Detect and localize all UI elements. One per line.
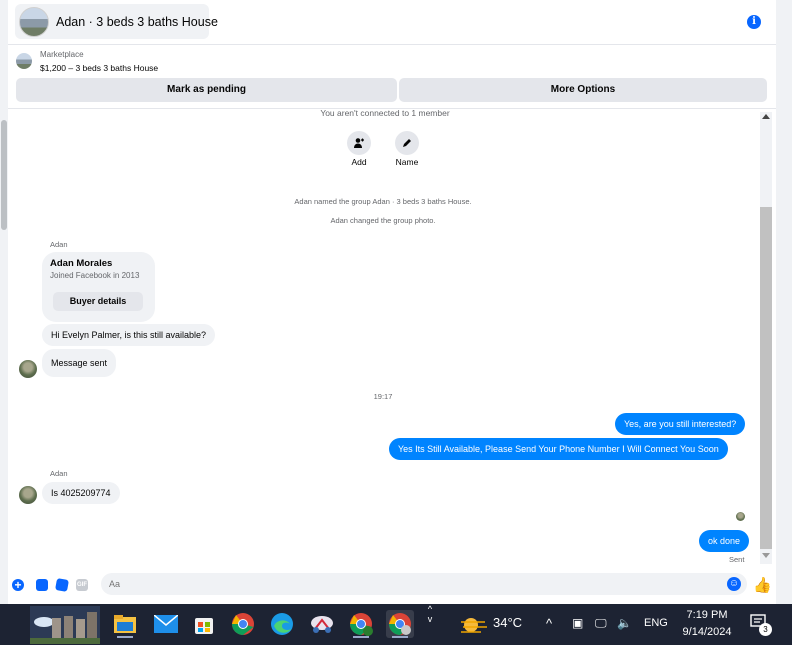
- more-options-button[interactable]: More Options: [399, 78, 767, 102]
- file-explorer-icon[interactable]: [111, 610, 139, 638]
- listing-thumbnail: [16, 53, 32, 69]
- thumbs-up-icon[interactable]: 👍: [753, 576, 772, 594]
- volume-icon[interactable]: 🔈: [617, 616, 632, 630]
- camera-icon[interactable]: ▣: [572, 616, 583, 630]
- photo-icon[interactable]: [36, 579, 48, 591]
- buyer-joined: Joined Facebook in 2013: [50, 271, 140, 280]
- message-timestamp: 19:17: [373, 392, 393, 401]
- group-avatar: [19, 6, 49, 37]
- store-icon[interactable]: [190, 610, 218, 638]
- notification-center-icon[interactable]: 3: [750, 613, 772, 636]
- incoming-message[interactable]: Is 4025209774: [42, 482, 120, 504]
- buyer-card: Adan Morales Joined Facebook in 2013 Buy…: [42, 252, 155, 322]
- buyer-name: Adan Morales: [50, 258, 113, 269]
- left-scrollbar-thumb[interactable]: [1, 120, 7, 230]
- message-composer: + GIF ☺ 👍: [8, 569, 776, 601]
- info-icon[interactable]: i: [747, 15, 761, 29]
- clock-date: 9/14/2024: [682, 626, 732, 638]
- mail-icon[interactable]: [152, 610, 180, 638]
- language-indicator[interactable]: ENG: [644, 617, 668, 629]
- left-scroll-strip: [0, 0, 8, 604]
- chat-title: Adan · 3 beds 3 baths House: [56, 14, 218, 29]
- name-group-button[interactable]: [395, 131, 419, 155]
- add-label: Add: [351, 157, 367, 167]
- chrome-active-window-icon[interactable]: [386, 610, 414, 638]
- event-group-named: Adan named the group Adan · 3 beds 3 bat…: [294, 197, 472, 206]
- outgoing-message[interactable]: ok done: [699, 530, 750, 552]
- scroll-down-arrow-icon[interactable]: [762, 553, 770, 558]
- chrome-profile-icon[interactable]: [347, 610, 375, 638]
- temperature[interactable]: 34°C: [493, 615, 522, 630]
- buyer-details-button[interactable]: Buyer details: [53, 292, 143, 311]
- taskbar-overflow-chevron-icon[interactable]: ^ v: [424, 604, 436, 645]
- snipping-tool-icon[interactable]: [308, 610, 336, 638]
- avatar[interactable]: [19, 486, 37, 504]
- marketplace-listing[interactable]: Marketplace $1,200 – 3 beds 3 baths Hous…: [16, 48, 616, 76]
- edge-icon[interactable]: [268, 610, 296, 638]
- chrome-icon[interactable]: [229, 610, 257, 638]
- seen-avatar: [736, 512, 745, 521]
- marketplace-label: Marketplace: [40, 50, 84, 59]
- connection-notice: You aren't connected to 1 member: [320, 108, 450, 118]
- scrollbar-thumb[interactable]: [760, 207, 772, 549]
- incoming-message[interactable]: Hi Evelyn Palmer, is this still availabl…: [42, 324, 216, 346]
- messenger-window: Adan · 3 beds 3 baths House i Marketplac…: [0, 0, 792, 645]
- name-label: Name: [395, 157, 419, 167]
- weather-widget-icon[interactable]: [30, 606, 100, 644]
- notification-count-badge: 3: [759, 623, 772, 636]
- tray-chevron-icon[interactable]: ^: [546, 616, 552, 631]
- scroll-up-arrow-icon[interactable]: [762, 114, 770, 119]
- conversation-scrollbar[interactable]: [760, 112, 772, 564]
- gif-icon[interactable]: GIF: [76, 579, 88, 591]
- weather-art-icon: [30, 606, 100, 644]
- incoming-message[interactable]: Message sent: [42, 349, 117, 377]
- network-icon[interactable]: 🖵: [595, 616, 607, 631]
- add-member-button[interactable]: [347, 131, 371, 155]
- clock-time: 7:19 PM: [686, 609, 728, 621]
- sender-name: Adan: [50, 240, 68, 249]
- listing-price-title: $1,200 – 3 beds 3 baths House: [40, 63, 159, 73]
- delivery-status: Sent: [729, 555, 745, 564]
- chat-title-pill[interactable]: Adan · 3 beds 3 baths House: [15, 4, 218, 39]
- add-person-icon: [354, 138, 364, 148]
- mark-as-pending-button[interactable]: Mark as pending: [16, 78, 397, 102]
- outgoing-message[interactable]: Yes, are you still interested?: [615, 413, 746, 435]
- message-input[interactable]: [101, 573, 747, 595]
- sticker-icon[interactable]: [55, 578, 69, 592]
- weather-sun-icon: [461, 618, 487, 633]
- emoji-icon[interactable]: ☺: [727, 577, 741, 591]
- clock[interactable]: 7:19 PM 9/14/2024: [676, 607, 738, 641]
- avatar[interactable]: [19, 360, 37, 378]
- right-scroll-strip: [776, 0, 792, 604]
- windows-taskbar: ^ v 34°C ^ ▣ 🖵 🔈 ENG 7:19 PM 9/14/2024 3: [0, 604, 792, 645]
- pencil-icon: [403, 139, 411, 147]
- event-photo-changed: Adan changed the group photo.: [330, 216, 436, 225]
- sender-name: Adan: [50, 469, 68, 478]
- plus-icon[interactable]: +: [12, 579, 24, 591]
- outgoing-message[interactable]: Yes Its Still Available, Please Send You…: [389, 438, 728, 460]
- chat-header: Adan · 3 beds 3 baths House i: [8, 0, 776, 45]
